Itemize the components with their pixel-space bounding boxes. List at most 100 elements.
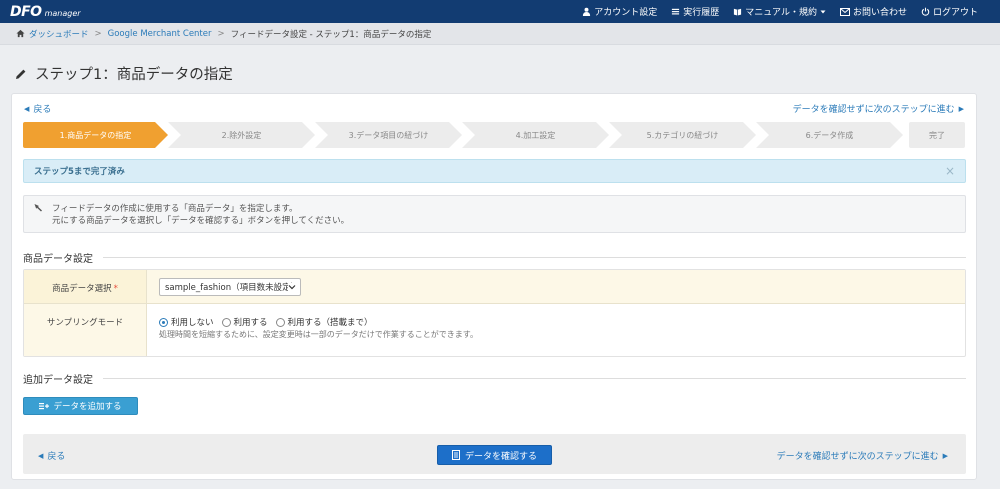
step-2: 2.除外設定 <box>168 122 315 148</box>
section-heading-additional: 追加データ設定 <box>23 371 966 386</box>
triangle-right-icon: ▶ <box>958 104 964 113</box>
step-3: 3.データ項目の紐づけ <box>315 122 462 148</box>
radio-button[interactable] <box>159 317 168 327</box>
back-link-bottom[interactable]: ◀ 戻る <box>38 449 66 463</box>
radio-button[interactable] <box>221 317 231 327</box>
hand-pointer-icon <box>34 204 42 212</box>
section-heading-text: 追加データ設定 <box>23 375 93 386</box>
back-link-label: 戻る <box>47 452 66 462</box>
add-data-label: データを追加する <box>53 402 122 412</box>
confirm-data-button[interactable]: データを確認する <box>437 445 552 465</box>
breadcrumb-separator: > <box>94 28 102 39</box>
radio-label: 利用する <box>233 318 268 328</box>
power-icon <box>921 7 930 16</box>
product-select-label: 商品データ選択 <box>52 284 112 294</box>
nav-label: お問い合わせ <box>852 8 907 18</box>
step-4: 4.加工設定 <box>462 122 609 148</box>
close-icon[interactable]: × <box>945 164 955 178</box>
nav-label: ログアウト <box>932 8 978 18</box>
breadcrumb-current: フィードデータ設定 - ステップ1：商品データの指定 <box>230 29 432 40</box>
required-mark: * <box>113 284 118 294</box>
nav-label: マニュアル・規約 <box>745 8 817 18</box>
nav-history[interactable]: 実行履歴 <box>671 5 719 18</box>
status-alert: ステップ5まで完了済み × <box>23 159 966 183</box>
user-icon <box>583 7 591 16</box>
sampling-radio-group: 利用しない 利用する 利用する（搭載まで） <box>159 316 373 328</box>
section-rule <box>103 257 966 258</box>
breadcrumb-separator: > <box>217 28 225 39</box>
add-data-button[interactable]: データを追加する <box>23 397 138 415</box>
step-label: 2.除外設定 <box>221 130 262 140</box>
radio-button[interactable] <box>275 317 285 327</box>
main-panel: ◀ 戻る データを確認せずに次のステップに進む ▶ 1.商品データの指定 2.除… <box>11 93 977 480</box>
list-add-icon <box>39 403 50 410</box>
top-header: DFO manager アカウント設定 実行履歴 マニュアル・規約 お問い合わせ… <box>0 0 1000 23</box>
list-icon <box>672 8 680 15</box>
caret-down-icon <box>820 10 826 13</box>
pencil-icon <box>16 69 26 79</box>
step-label: 4.加工設定 <box>515 130 556 140</box>
home-icon <box>16 29 25 38</box>
step-1: 1.商品データの指定 <box>23 122 168 148</box>
skip-link-label: データを確認せずに次のステップに進む <box>792 105 955 115</box>
skip-link-bottom[interactable]: データを確認せずに次のステップに進む ▶ <box>776 449 948 463</box>
breadcrumb-gmc[interactable]: Google Merchant Center <box>108 29 212 39</box>
field-label: サンプリングモード <box>24 304 147 356</box>
chevron-down-icon <box>288 283 296 291</box>
document-icon <box>451 450 460 460</box>
sampling-hint: 処理時間を短縮するために、設定変更時は一部のデータだけで作業することができます。 <box>159 330 478 339</box>
dfo-logo[interactable]: DFO manager <box>10 2 81 21</box>
page-title: ステップ1：商品データの指定 <box>15 63 233 84</box>
step-progress: 1.商品データの指定 2.除外設定 3.データ項目の紐づけ 4.加工設定 5.カ… <box>23 122 965 148</box>
alert-text: ステップ5まで完了済み <box>34 167 125 177</box>
skip-link-label: データを確認せずに次のステップに進む <box>776 452 939 462</box>
section-heading-product: 商品データ設定 <box>23 250 966 265</box>
breadcrumb: ダッシュボード > Google Merchant Center > フィードデ… <box>0 23 1000 45</box>
section-heading-text: 商品データ設定 <box>23 254 93 265</box>
form-row-product-select: 商品データ選択 * sample_fashion（項目数未設定） <box>24 270 965 304</box>
step-5: 5.カテゴリの紐づけ <box>609 122 756 148</box>
footer-bar: ◀ 戻る データを確認する データを確認せずに次のステップに進む ▶ <box>23 434 966 474</box>
info-line-2: 元にする商品データを選択し「データを確認する」ボタンを押してください。 <box>52 216 350 226</box>
select-value: sample_fashion（項目数未設定） <box>165 283 300 293</box>
radio-sampling-off[interactable]: 利用しない <box>159 316 214 328</box>
step-6: 6.データ作成 <box>756 122 903 148</box>
triangle-right-icon: ▶ <box>942 451 948 460</box>
page-title-text: ステップ1：商品データの指定 <box>35 67 233 83</box>
triangle-left-icon: ◀ <box>24 104 30 113</box>
step-label: 1.商品データの指定 <box>59 130 132 140</box>
skip-link-top[interactable]: データを確認せずに次のステップに進む ▶ <box>792 102 964 116</box>
radio-label: 利用しない <box>171 318 214 328</box>
radio-sampling-on[interactable]: 利用する <box>221 316 268 328</box>
info-line-1: フィードデータの作成に使用する「商品データ」を指定します。 <box>52 204 298 214</box>
radio-sampling-until-load[interactable]: 利用する（搭載まで） <box>275 316 373 328</box>
step-complete: 完了 <box>909 122 965 148</box>
nav-manual[interactable]: マニュアル・規約 <box>733 5 826 18</box>
section-rule <box>103 378 966 379</box>
book-icon <box>734 8 742 16</box>
confirm-data-label: データを確認する <box>464 451 537 462</box>
mail-icon <box>839 7 850 16</box>
step-label: 完了 <box>929 130 945 140</box>
step-label: 5.カテゴリの紐づけ <box>646 130 719 140</box>
nav-contact[interactable]: お問い合わせ <box>839 5 907 18</box>
breadcrumb-dashboard[interactable]: ダッシュボード <box>29 28 89 40</box>
triangle-left-icon: ◀ <box>38 451 44 460</box>
nav-label: 実行履歴 <box>683 8 720 18</box>
logo-main: DFO <box>10 3 42 20</box>
nav-label: アカウント設定 <box>594 8 658 18</box>
top-nav: アカウント設定 実行履歴 マニュアル・規約 お問い合わせ ログアウト <box>582 0 978 23</box>
form-row-sampling: サンプリングモード 利用しない 利用する 利用する（搭載まで） 処理時間を短縮す… <box>24 304 965 356</box>
step-label: 6.データ作成 <box>805 130 854 140</box>
field-label: 商品データ選択 * <box>24 270 147 303</box>
sampling-label: サンプリングモード <box>46 318 124 328</box>
nav-logout[interactable]: ログアウト <box>921 5 978 18</box>
back-link-label: 戻る <box>33 105 52 115</box>
product-data-select[interactable]: sample_fashion（項目数未設定） <box>159 278 301 296</box>
product-data-form: 商品データ選択 * sample_fashion（項目数未設定） サンプリングモー… <box>23 269 966 357</box>
step-label: 3.データ項目の紐づけ <box>348 130 429 140</box>
info-box: フィードデータの作成に使用する「商品データ」を指定します。 元にする商品データを… <box>23 195 966 233</box>
logo-sub: manager <box>44 9 81 18</box>
nav-account-settings[interactable]: アカウント設定 <box>582 5 657 18</box>
back-link-top[interactable]: ◀ 戻る <box>24 102 52 116</box>
